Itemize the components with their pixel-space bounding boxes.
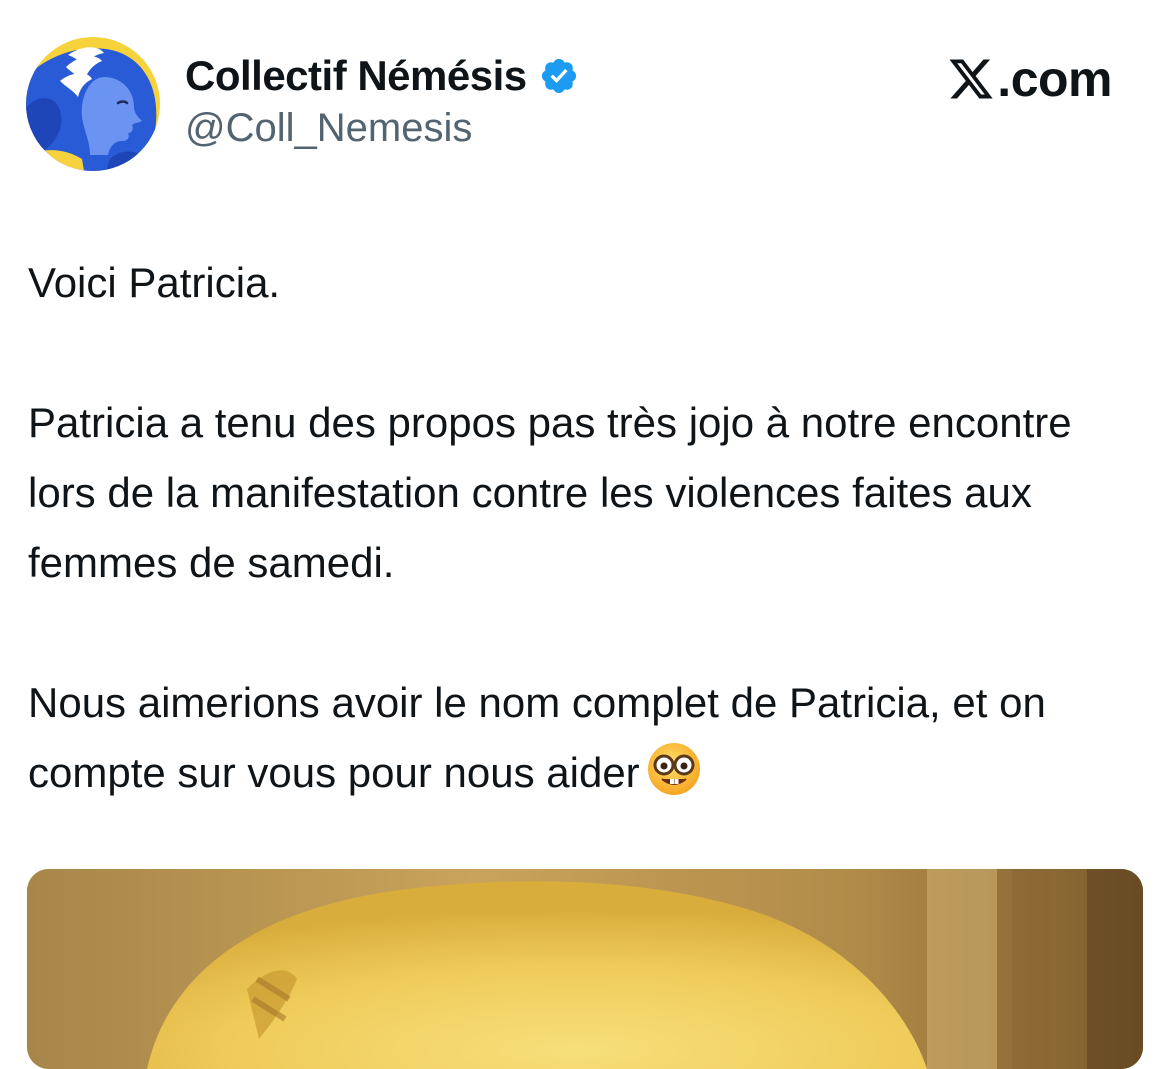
tweet-header: Collectif Némésis @Coll_Nemesis .com [0,0,1170,200]
photo-attachment[interactable] [27,869,1143,1069]
tweet-text: Voici Patricia. Patricia a tenu des prop… [28,248,1148,808]
nerd-face-emoji-icon [646,741,702,797]
avatar[interactable] [26,37,160,171]
author-info: Collectif Némésis @Coll_Nemesis [185,50,579,151]
display-name[interactable]: Collectif Némésis [185,52,527,100]
site-watermark: .com [947,48,1112,110]
verified-badge-icon[interactable] [539,56,579,96]
display-name-row: Collectif Némésis [185,50,579,102]
handle[interactable]: @Coll_Nemesis [185,106,579,151]
tweet-paragraph-text: Nous aimerions avoir le nom complet de P… [28,679,1046,796]
tweet-paragraph: Nous aimerions avoir le nom complet de P… [28,668,1148,808]
winged-woman-avatar-icon [26,37,160,171]
tweet-paragraph: Voici Patricia. [28,259,281,306]
site-label: .com [997,51,1112,107]
x-logo-icon [947,55,995,103]
photo-content [27,869,1143,1069]
tweet-paragraph: Patricia a tenu des propos pas très jojo… [28,399,1072,586]
